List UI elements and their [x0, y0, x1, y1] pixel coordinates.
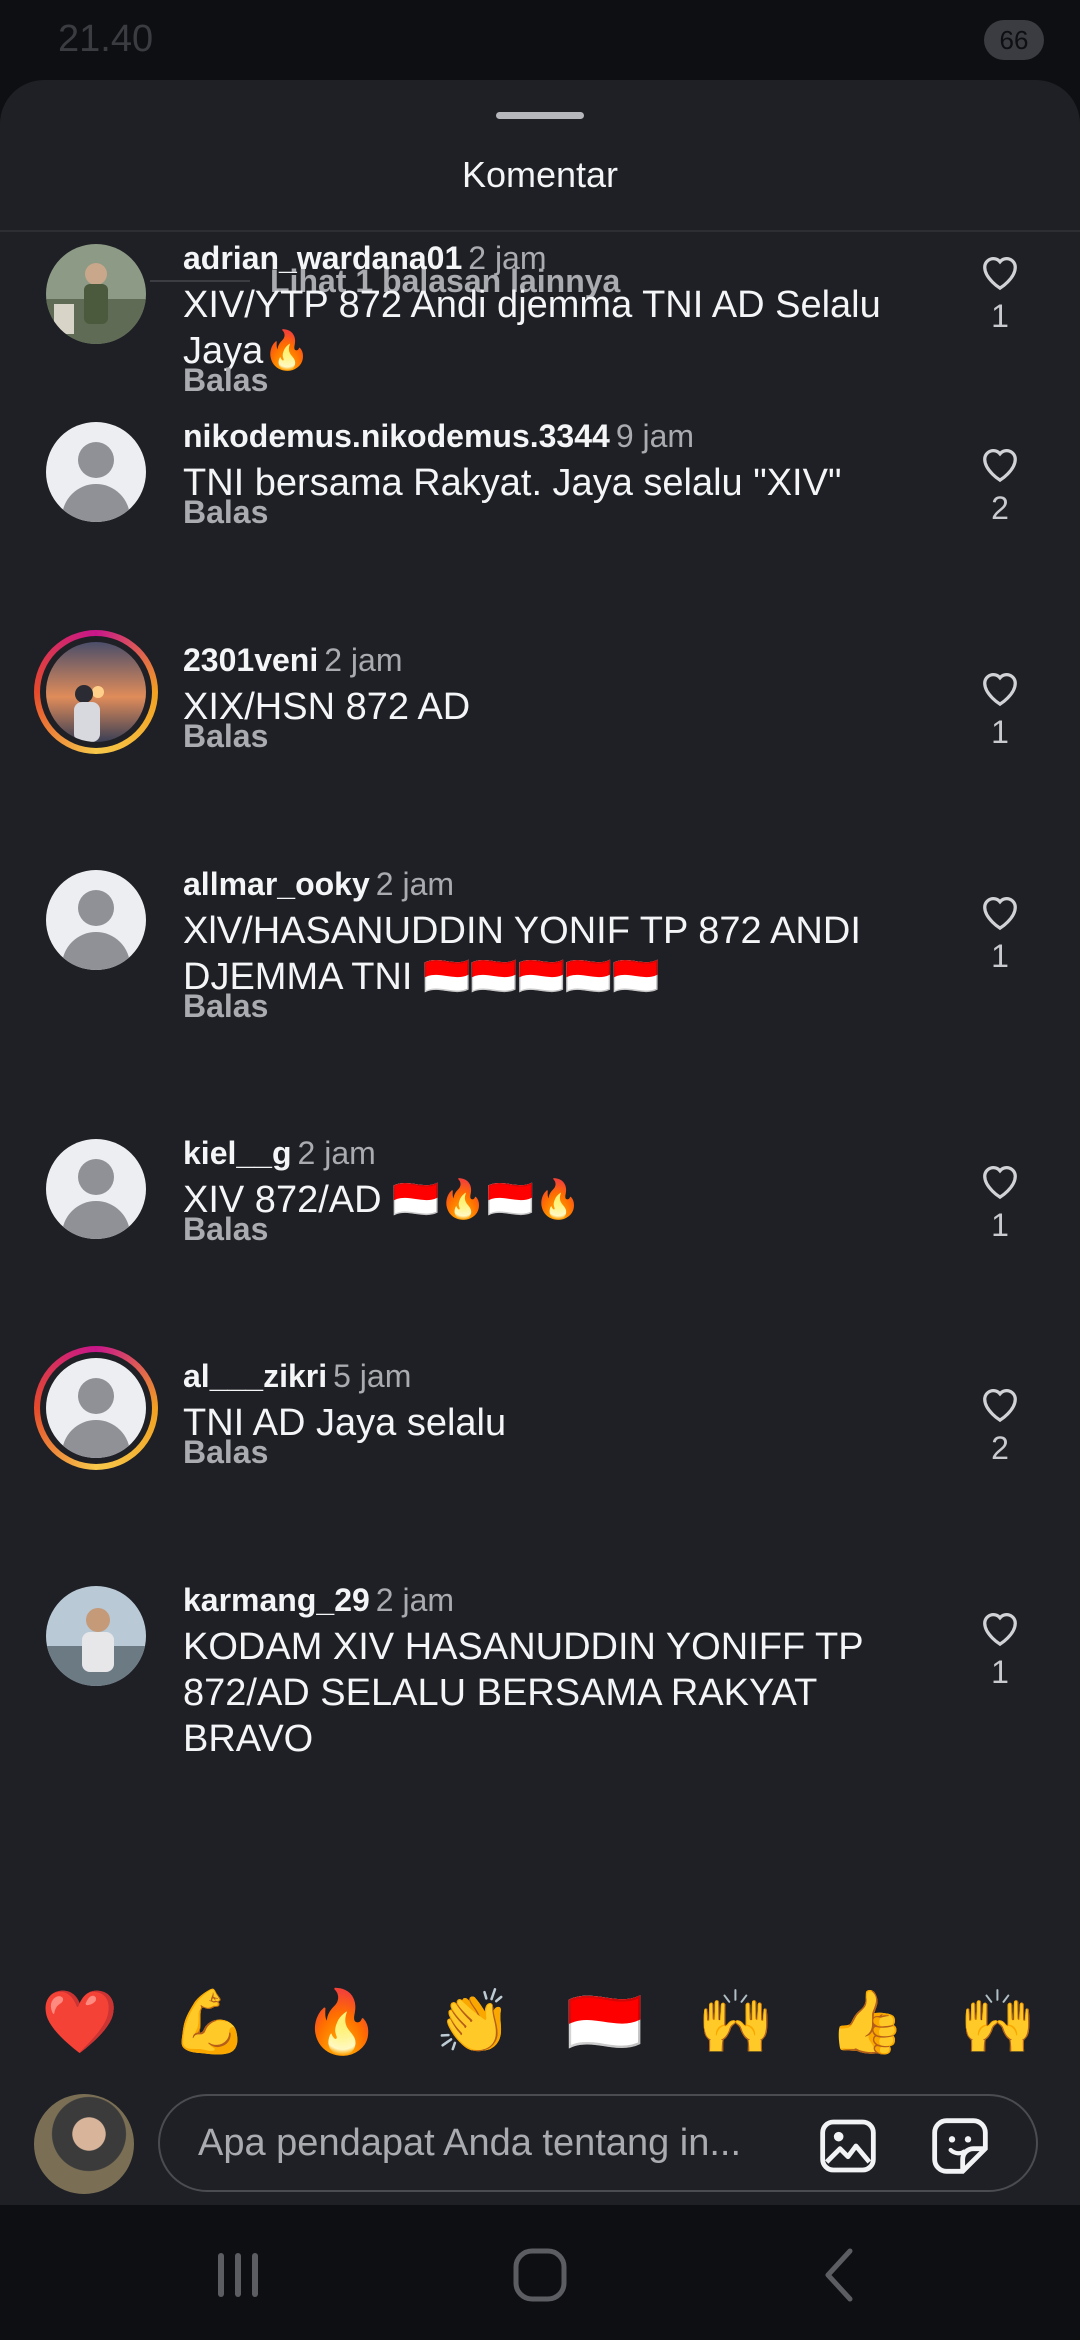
avatar[interactable]	[46, 870, 146, 970]
avatar[interactable]	[46, 244, 146, 344]
comment-username[interactable]: al___zikri 5 jam	[183, 1358, 411, 1395]
status-bar: 21.40 66	[0, 0, 1080, 84]
like-button[interactable]: 1	[975, 1159, 1025, 1244]
avatar-photo	[46, 642, 146, 742]
comment-time: 2 jam	[375, 866, 455, 902]
drag-handle[interactable]	[496, 112, 584, 119]
sticker-icon[interactable]	[928, 2114, 992, 2178]
like-button[interactable]: 2	[975, 1382, 1025, 1467]
sheet-title: Komentar	[461, 154, 619, 195]
like-count: 1	[991, 1207, 1009, 1243]
default-avatar-icon	[46, 1358, 146, 1458]
comment-username[interactable]: adrian_wardana01 2 jam	[183, 240, 547, 277]
comment-time: 9 jam	[615, 418, 695, 454]
system-navigation-bar	[0, 2205, 1080, 2340]
emoji-clap-button[interactable]: 👏	[434, 1983, 514, 2063]
emoji-raised-hands-button[interactable]: 🙌	[958, 1983, 1038, 2063]
reply-button[interactable]: Balas	[183, 1211, 268, 1248]
default-avatar-icon	[46, 1139, 146, 1239]
emoji-thumbs-up-button[interactable]: 👍	[827, 1983, 907, 2063]
comment-username[interactable]: 2301veni 2 jam	[183, 642, 402, 679]
default-avatar-icon	[46, 870, 146, 970]
heart-outline-icon	[983, 1166, 1017, 1200]
comment-item: karmang_29 2 jam KODAM XIV HASANUDDIN YON…	[0, 1582, 1080, 1892]
comment-input[interactable]: Apa pendapat Anda tentang in...	[158, 2094, 1038, 2192]
reply-button[interactable]: Balas	[183, 988, 268, 1025]
heart-outline-icon	[983, 1389, 1017, 1423]
comment-username[interactable]: allmar_ooky 2 jam	[183, 866, 454, 903]
comment-username[interactable]: kiel__g 2 jam	[183, 1135, 376, 1172]
battery-icon: 66	[984, 20, 1044, 60]
reply-button[interactable]: Balas	[183, 1434, 268, 1471]
recent-apps-button[interactable]	[208, 2245, 268, 2305]
comment-text: XIV 872/AD 🇮🇩🔥🇮🇩🔥	[183, 1179, 582, 1221]
like-button[interactable]: 1	[975, 250, 1025, 335]
comment-username[interactable]: nikodemus.nikodemus.3344 9 jam	[183, 418, 694, 455]
emoji-fire-button[interactable]: 🔥	[302, 1983, 382, 2063]
comment-input-placeholder: Apa pendapat Anda tentang in...	[198, 2122, 742, 2164]
avatar[interactable]	[46, 1586, 146, 1686]
like-count: 1	[991, 938, 1009, 974]
back-button[interactable]	[812, 2245, 872, 2305]
like-count: 1	[991, 298, 1009, 334]
image-icon[interactable]	[816, 2114, 880, 2178]
comments-sheet: Komentar Lihat 1 balasan lainnya adrian_…	[0, 80, 1080, 2205]
emoji-flag-id-button[interactable]: 🇮🇩	[565, 1983, 645, 2063]
heart-outline-icon	[983, 673, 1017, 707]
like-count: 1	[991, 1654, 1009, 1690]
comment-text: TNI bersama Rakyat. Jaya selalu "XIV"	[183, 462, 842, 504]
default-avatar-icon	[46, 422, 146, 522]
comment-text: XIX/HSN 872 AD	[183, 686, 471, 728]
heart-outline-icon	[983, 257, 1017, 291]
comment-time: 2 jam	[297, 1135, 376, 1171]
reply-button[interactable]: Balas	[183, 362, 268, 399]
like-button[interactable]: 1	[975, 890, 1025, 975]
emoji-reaction-bar: ❤️ 💪 🔥 👏 🇮🇩 🙌 👍 🙌	[0, 1975, 1080, 2065]
emoji-muscle-button[interactable]: 💪	[170, 1983, 250, 2063]
avatar-photo	[46, 244, 146, 344]
heart-outline-icon	[983, 449, 1017, 483]
current-user-avatar	[34, 2094, 134, 2194]
reply-button[interactable]: Balas	[183, 718, 268, 755]
like-count: 2	[991, 1430, 1009, 1466]
like-button[interactable]: 1	[975, 1606, 1025, 1691]
comment-composer: Apa pendapat Anda tentang in...	[0, 2082, 1080, 2204]
status-time: 21.40	[58, 18, 154, 60]
heart-outline-icon	[983, 1613, 1017, 1647]
avatar-story-ring[interactable]	[34, 630, 158, 754]
comment-text: XlV/HASANUDDIN YONIF TP 872 ANDI DJEMMA …	[183, 910, 861, 998]
comment-text: TNI AD Jaya selalu	[183, 1402, 507, 1444]
comment-time: 2 jam	[375, 1582, 455, 1618]
comment-time: 2 jam	[324, 642, 403, 678]
avatar-photo	[46, 1586, 146, 1686]
comment-text: XIV/YTP 872 Andi djemma TNI AD Selalu Ja…	[183, 284, 881, 372]
like-count: 2	[991, 490, 1009, 526]
avatar[interactable]	[46, 1139, 146, 1239]
comment-time: 2 jam	[468, 240, 547, 276]
emoji-raised-hands-button[interactable]: 🙌	[696, 1983, 776, 2063]
avatar-story-ring[interactable]	[34, 1346, 158, 1470]
divider	[0, 230, 1080, 232]
heart-outline-icon	[983, 897, 1017, 931]
comment-text: KODAM XIV HASANUDDIN YONIFF TP 872/AD SE…	[183, 1626, 863, 1760]
avatar[interactable]	[46, 422, 146, 522]
like-button[interactable]: 1	[975, 666, 1025, 751]
like-count: 1	[991, 714, 1009, 750]
like-button[interactable]: 2	[975, 442, 1025, 527]
comment-time: 5 jam	[333, 1358, 412, 1394]
reply-button[interactable]: Balas	[183, 494, 268, 531]
emoji-heart-button[interactable]: ❤️	[40, 1983, 120, 2063]
home-button[interactable]	[510, 2245, 570, 2305]
comment-username[interactable]: karmang_29 2 jam	[183, 1582, 454, 1619]
